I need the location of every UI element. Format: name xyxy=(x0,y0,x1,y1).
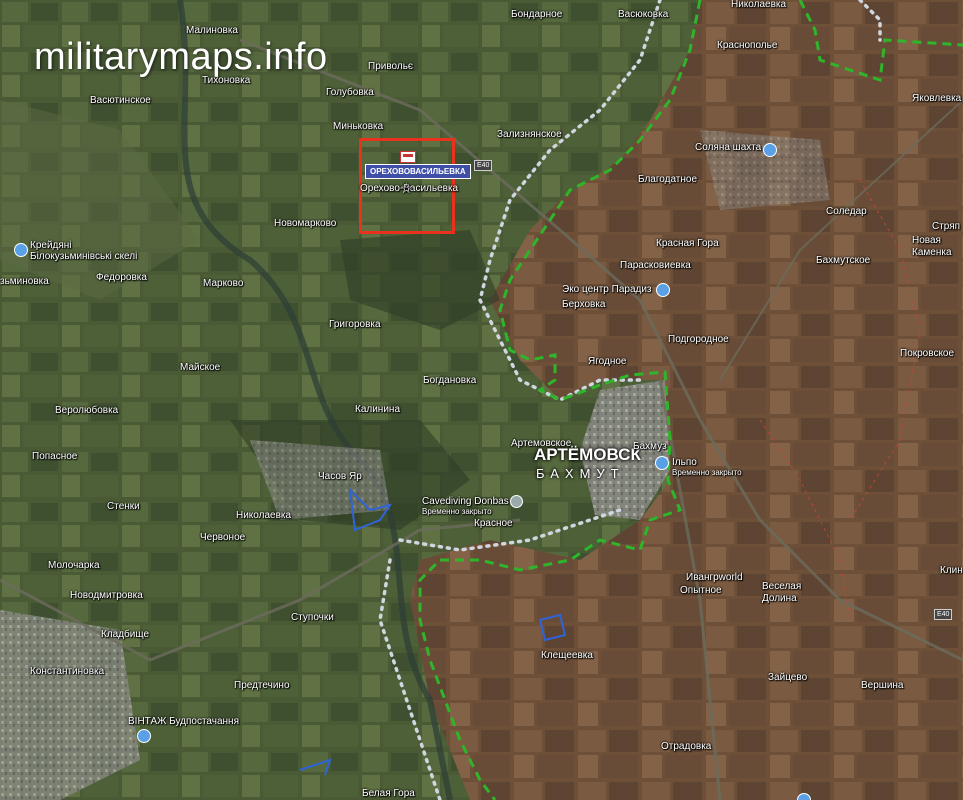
place-label: Эко центр Парадиз xyxy=(562,284,652,295)
place-label: Соледар xyxy=(826,206,867,217)
place-label: Белая Гора xyxy=(362,788,415,799)
village-badge[interactable]: ОРЕХОВОВАСИЛЬЕВКА xyxy=(365,164,471,179)
place-label: Миньковка xyxy=(333,121,384,132)
place-label: Часов Яр xyxy=(318,471,362,482)
place-label: Покровское xyxy=(900,348,955,359)
place-label: Новомарково xyxy=(274,218,337,229)
place-label: Долина xyxy=(762,593,797,604)
place-label: Николаевка xyxy=(731,0,787,10)
place-label: Отрадовка xyxy=(661,741,712,752)
place-label: Васюковка xyxy=(618,9,669,20)
place-label: Артемовское xyxy=(511,438,572,449)
place-label: зьминовка xyxy=(0,276,49,287)
place-label: Бахмутское xyxy=(816,255,871,266)
poi-icon[interactable] xyxy=(656,283,670,297)
place-label: Ивангрworld xyxy=(686,572,743,583)
poi-icon[interactable] xyxy=(14,243,28,257)
road-shield: E40 xyxy=(474,160,493,171)
watermark: militarymaps.info xyxy=(34,36,328,78)
place-label: Стряп xyxy=(932,221,961,232)
flag-icon xyxy=(400,151,416,163)
place-label: Богдановка xyxy=(423,375,477,386)
place-label: Клещеевка xyxy=(541,650,593,661)
place-label: Новодмитровка xyxy=(70,590,143,601)
place-label: Стенки xyxy=(107,501,140,512)
place-label: Крейдяні xyxy=(30,240,72,251)
place-label: Бахмуз xyxy=(633,441,667,452)
city-name-ua: БАХМУТ xyxy=(536,466,625,481)
place-label: ВІНТАЖ Будпостачання xyxy=(128,716,239,727)
place-label: Берховка xyxy=(562,299,606,310)
place-label: Каменка xyxy=(912,247,952,258)
poi-icon[interactable] xyxy=(763,143,777,157)
poi-icon[interactable] xyxy=(797,793,811,800)
place-label: Красная Гора xyxy=(656,238,719,249)
place-label: Временно закрыто xyxy=(672,468,742,477)
place-label: Парасковиевка xyxy=(620,260,691,271)
place-label: Временно закрыто xyxy=(422,507,492,516)
front-lines-layer xyxy=(299,0,963,800)
place-label: Вершина xyxy=(861,680,904,691)
place-label: Майское xyxy=(180,362,221,373)
place-label: Краснополье xyxy=(717,40,778,51)
place-label: Васютинское xyxy=(90,95,151,106)
place-label: Ільпо xyxy=(672,457,697,468)
place-label: Зайцево xyxy=(768,672,808,683)
place-label: Кладбище xyxy=(101,629,150,640)
place-label: Привольє xyxy=(368,61,414,72)
poi-icon[interactable] xyxy=(137,729,151,743)
place-label: Червоное xyxy=(200,532,246,543)
place-label: Федоровка xyxy=(96,272,147,283)
place-label: Бондарное xyxy=(511,9,563,20)
place-label: Соляна шахта xyxy=(695,142,762,153)
poi-icon[interactable] xyxy=(510,495,523,508)
place-label: Яковлевка xyxy=(912,93,962,104)
place-label: Попасное xyxy=(32,451,78,462)
place-label: Николаевка xyxy=(236,510,292,521)
place-label: Марково xyxy=(203,278,244,289)
place-label: Веселая xyxy=(762,581,802,592)
place-label: Ступочки xyxy=(291,612,334,623)
place-label: Зализнянское xyxy=(497,129,562,140)
satellite-map[interactable]: militarymaps.info ОРЕХОВОВАСИЛЬЕВКА Орех… xyxy=(0,0,963,800)
place-label: Красное xyxy=(474,518,513,529)
place-label: Веролюбовка xyxy=(55,405,119,416)
place-label: Григоровка xyxy=(329,319,381,330)
place-label: Опытное xyxy=(680,585,722,596)
place-label: Клин xyxy=(940,565,963,576)
place-label: Предтечино xyxy=(234,680,290,691)
poi-icon[interactable] xyxy=(655,456,669,470)
place-label: Новая xyxy=(912,235,941,246)
star-icon: ☆ xyxy=(400,180,413,196)
road-shield: E40 xyxy=(934,609,953,620)
place-label: Ягодное xyxy=(588,356,627,367)
front-line xyxy=(418,0,702,800)
place-label: Калинина xyxy=(355,404,400,415)
place-label: Молочарка xyxy=(48,560,100,571)
place-label: Білокузьминівські скелі xyxy=(30,251,138,262)
place-label: Благодатное xyxy=(638,174,698,185)
place-label: Cavediving Donbas xyxy=(422,496,509,507)
place-label: Константиновка xyxy=(30,666,105,677)
place-label: Тихоновка xyxy=(202,75,251,86)
place-label: Подгородное xyxy=(668,334,729,345)
place-label: Малиновка xyxy=(186,25,238,36)
place-label: Голубовка xyxy=(326,87,374,98)
